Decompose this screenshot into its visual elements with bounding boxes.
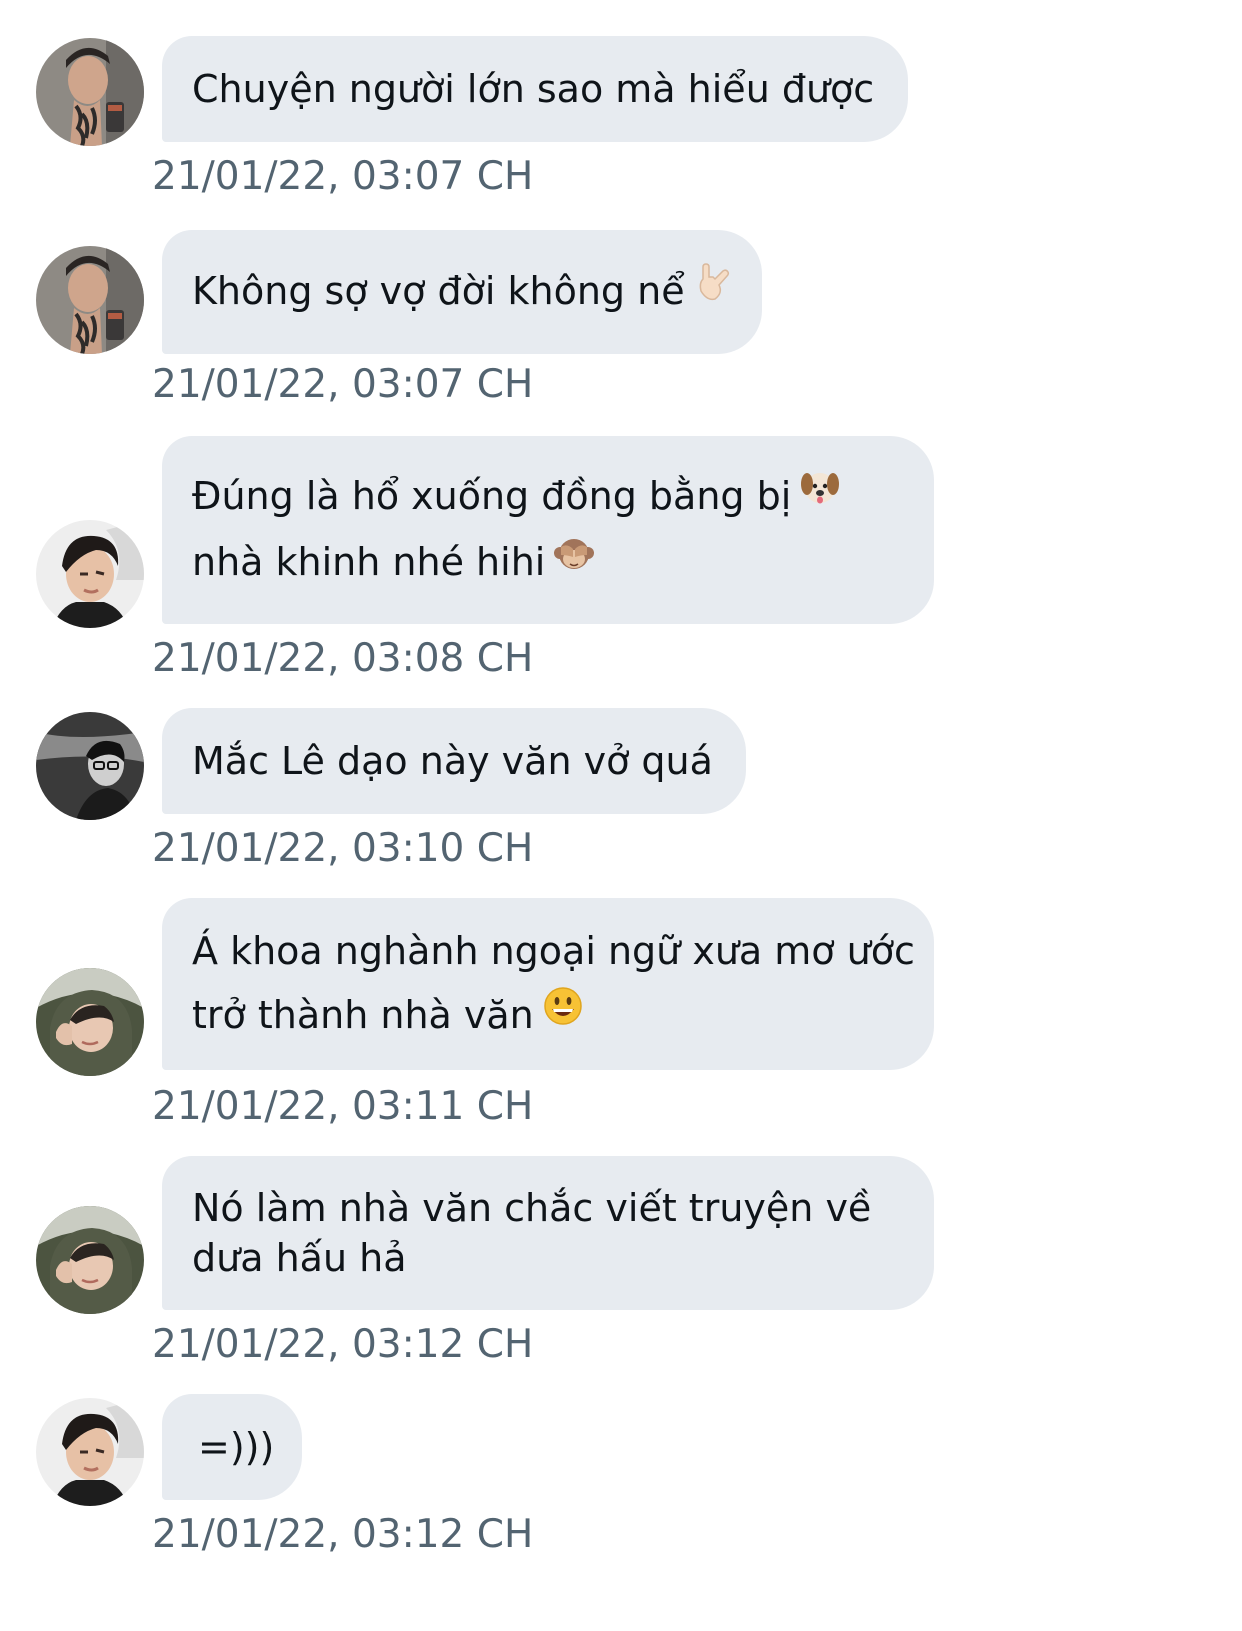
message-bubble[interactable]: Á khoa nghành ngoại ngữ xưa mơ ước trở t… (162, 898, 934, 1070)
message-timestamp: 21/01/22, 03:12 CH (152, 1512, 534, 1557)
young-man-avatar[interactable] (36, 1398, 144, 1506)
message-text: trở thành nhà văn (192, 992, 534, 1037)
message-text: =))) (198, 1425, 275, 1469)
message-bubble[interactable]: =))) (162, 1394, 302, 1500)
message-text: Không sợ vợ đời không nể (192, 268, 685, 313)
message-text: nhà khinh nhé hihi (192, 540, 546, 584)
message-timestamp: 21/01/22, 03:11 CH (152, 1084, 534, 1129)
see-no-evil-monkey-icon (553, 530, 595, 594)
message-timestamp: 21/01/22, 03:08 CH (152, 636, 534, 681)
bw-man-glasses-avatar[interactable] (36, 712, 144, 820)
message-line: Không sợ vợ đời không nể (192, 259, 732, 326)
tattooed-man-avatar[interactable] (36, 246, 144, 354)
message-line: nhà khinh nhé hihi (192, 530, 904, 597)
avatar-image (36, 1398, 144, 1506)
message-timestamp: 21/01/22, 03:07 CH (152, 362, 534, 407)
avatar-image (36, 246, 144, 354)
message-line: trở thành nhà văn (192, 983, 904, 1050)
avatar-image (36, 968, 144, 1076)
message-timestamp: 21/01/22, 03:10 CH (152, 826, 534, 871)
message-text: Nó làm nhà văn chắc viết truyện về (192, 1186, 872, 1230)
message-text: Mắc Lê dạo này văn vở quá (192, 739, 713, 783)
message-timestamp: 21/01/22, 03:12 CH (152, 1322, 534, 1367)
message-bubble[interactable]: Đúng là hổ xuống đồng bằng bị nhà khinh … (162, 436, 934, 624)
sign-of-horns-icon (693, 258, 735, 322)
message-text: Chuyện người lớn sao mà hiểu được (192, 67, 875, 111)
message-line: Đúng là hổ xuống đồng bằng bị (192, 464, 904, 531)
hooded-man-avatar[interactable] (36, 1206, 144, 1314)
young-man-avatar[interactable] (36, 520, 144, 628)
grinning-face-icon (542, 982, 584, 1046)
message-text: Đúng là hổ xuống đồng bằng bị (192, 473, 792, 518)
dog-face-icon (799, 463, 841, 527)
message-bubble[interactable]: Chuyện người lớn sao mà hiểu được (162, 36, 908, 142)
avatar-image (36, 520, 144, 628)
message-bubble[interactable]: Không sợ vợ đời không nể (162, 230, 762, 354)
message-text: Á khoa nghành ngoại ngữ xưa mơ ước (192, 928, 915, 973)
avatar-image (36, 38, 144, 146)
message-bubble[interactable]: Nó làm nhà văn chắc viết truyện về dưa h… (162, 1156, 934, 1310)
message-timestamp: 21/01/22, 03:07 CH (152, 154, 534, 199)
hooded-man-avatar[interactable] (36, 968, 144, 1076)
message-bubble[interactable]: Mắc Lê dạo này văn vở quá (162, 708, 746, 814)
avatar-image (36, 1206, 144, 1314)
message-text: dưa hấu hả (192, 1236, 407, 1280)
avatar-image (36, 712, 144, 820)
tattooed-man-avatar[interactable] (36, 38, 144, 146)
